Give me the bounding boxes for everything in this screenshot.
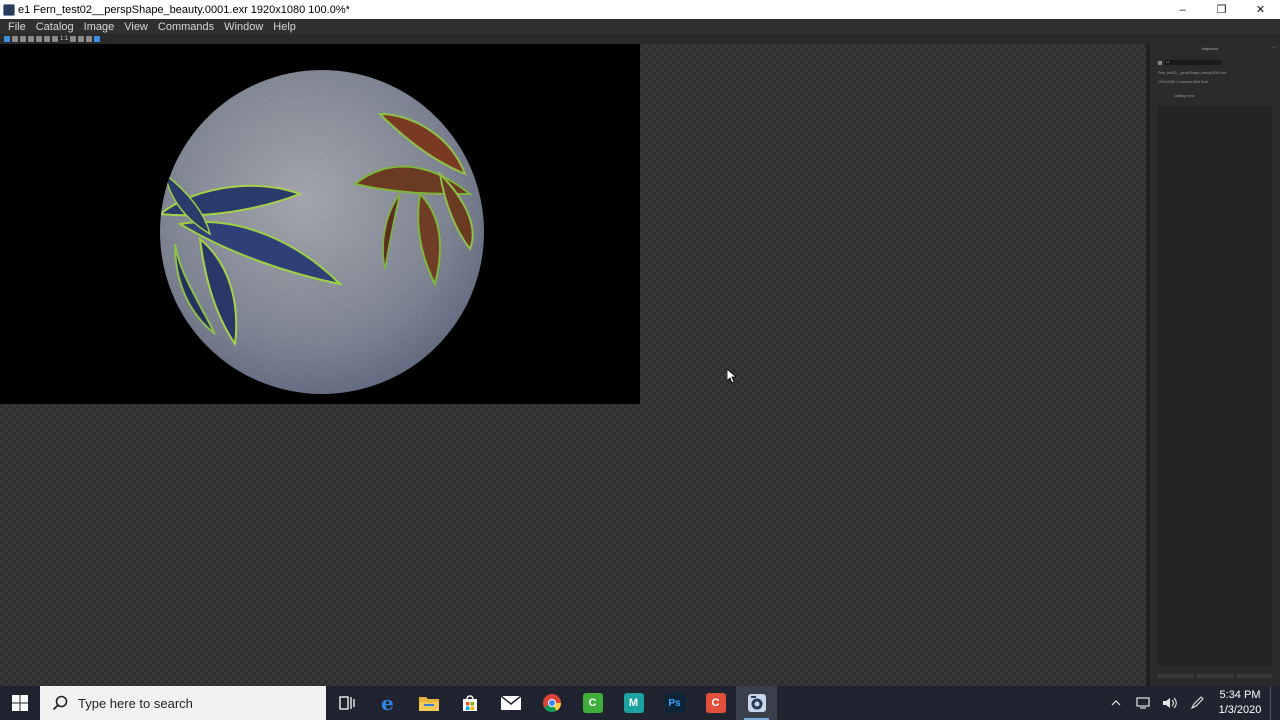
file-explorer-taskbar-button[interactable] [408, 686, 449, 720]
close-button[interactable]: ✕ [1241, 0, 1280, 19]
camtasia-icon: C [582, 693, 603, 713]
menu-file[interactable]: File [0, 21, 31, 33]
clock-date: 1/3/2020 [1218, 704, 1262, 716]
task-view-icon [338, 696, 355, 710]
recorder-icon: C [705, 693, 726, 713]
taskbar-clock[interactable]: 5:34 PM 1/3/2020 [1210, 688, 1270, 718]
catalog-view-button[interactable]: Catalog View [1174, 94, 1195, 98]
zoom-one-to-one[interactable]: 1:1 [60, 36, 68, 42]
recorder-taskbar-button[interactable]: C [695, 686, 736, 720]
histogram-icon[interactable] [44, 36, 50, 42]
pen-ink-icon[interactable] [1183, 686, 1210, 720]
rendered-image [0, 44, 640, 404]
title-bar: e1 Fern_test02__perspShape_beauty.0001.e… [0, 0, 1280, 19]
inspector-close-icon[interactable]: ▫▫ [1272, 45, 1276, 51]
inspector-action-2[interactable] [1197, 674, 1233, 678]
image-viewer-taskbar-button[interactable] [736, 686, 777, 720]
network-icon[interactable] [1129, 686, 1156, 720]
inspector-file-name: Fern_test02__perspShape_beauty.0001.exr [1158, 71, 1227, 75]
show-hidden-icons-chevron-icon[interactable] [1102, 686, 1129, 720]
visibility-checkbox[interactable] [1158, 60, 1162, 65]
photoshop-icon: Ps [664, 693, 685, 713]
tool-strip: 1:1 [0, 34, 1280, 44]
taskbar-apps: e C M Ps C [326, 686, 777, 720]
camtasia-taskbar-button[interactable]: C [572, 686, 613, 720]
inspector-action-1[interactable] [1158, 674, 1194, 678]
edge-taskbar-button[interactable]: e [367, 686, 408, 720]
window-title: e1 Fern_test02__perspShape_beauty.0001.e… [18, 3, 350, 16]
chrome-icon [542, 694, 561, 712]
app-icon [3, 3, 15, 16]
taskbar: Type here to search e C M Ps C 5:34 PM 1… [0, 686, 1280, 720]
fern-render-image [160, 70, 484, 394]
taskbar-search-box[interactable]: Type here to search [40, 686, 326, 720]
windows-logo-icon [12, 695, 28, 711]
restore-button[interactable]: ❐ [1202, 0, 1241, 19]
crop-tool-icon[interactable] [20, 36, 26, 42]
fit-tool-icon[interactable] [28, 36, 34, 42]
inspector-panel: Inspector ▫▫ e1 Fern_test02__perspShape_… [1150, 44, 1280, 686]
chrome-taskbar-button[interactable] [531, 686, 572, 720]
maya-icon: M [623, 693, 644, 713]
mail-icon [500, 696, 521, 710]
store-bag-icon [462, 695, 477, 711]
menu-commands[interactable]: Commands [153, 21, 219, 33]
channels-icon[interactable] [52, 36, 58, 42]
inspector-title: Inspector [1201, 46, 1219, 51]
window-controls: – ❐ ✕ [1163, 0, 1280, 19]
inspector-file-info: 1920x1080 4 channel 16bit float [1158, 80, 1208, 84]
show-desktop-button[interactable] [1270, 686, 1280, 720]
store-taskbar-button[interactable] [449, 686, 490, 720]
folder-icon [418, 697, 439, 711]
clock-time: 5:34 PM [1219, 689, 1261, 701]
inspector-bottom-buttons [1158, 674, 1272, 678]
inspector-action-3[interactable] [1236, 674, 1272, 678]
photoshop-taskbar-button[interactable]: Ps [654, 686, 695, 720]
color-picker-icon[interactable] [36, 36, 42, 42]
inspector-name-row: e1 [1158, 60, 1222, 65]
inspector-list[interactable] [1158, 106, 1272, 666]
name-field[interactable]: e1 [1164, 60, 1222, 65]
menu-catalog[interactable]: Catalog [31, 21, 79, 33]
move-tool-icon[interactable] [4, 36, 10, 42]
minimize-button[interactable]: – [1163, 0, 1202, 19]
grid-tool-icon[interactable] [86, 36, 93, 42]
maya-taskbar-button[interactable]: M [613, 686, 654, 720]
zoom-tool-icon[interactable] [12, 36, 18, 42]
start-button[interactable] [0, 686, 40, 720]
task-view-button[interactable] [326, 686, 367, 720]
search-icon [52, 695, 68, 711]
volume-icon[interactable] [1156, 686, 1183, 720]
menu-image[interactable]: Image [79, 21, 120, 33]
mouse-cursor-icon [727, 369, 737, 384]
image-viewer-app-icon [747, 694, 766, 712]
menu-help[interactable]: Help [268, 21, 301, 33]
active-view-icon[interactable] [94, 36, 101, 42]
menu-window[interactable]: Window [219, 21, 268, 33]
search-placeholder: Type here to search [78, 695, 193, 711]
compare-tool-icon[interactable] [78, 36, 85, 42]
mail-taskbar-button[interactable] [490, 686, 531, 720]
menu-view[interactable]: View [119, 21, 153, 33]
image-viewer[interactable] [0, 44, 1146, 686]
system-tray: 5:34 PM 1/3/2020 [1102, 686, 1280, 720]
pan-tool-icon[interactable] [70, 36, 77, 42]
edge-icon: e [381, 691, 394, 715]
menu-bar: File Catalog Image View Commands Window … [0, 19, 1280, 34]
